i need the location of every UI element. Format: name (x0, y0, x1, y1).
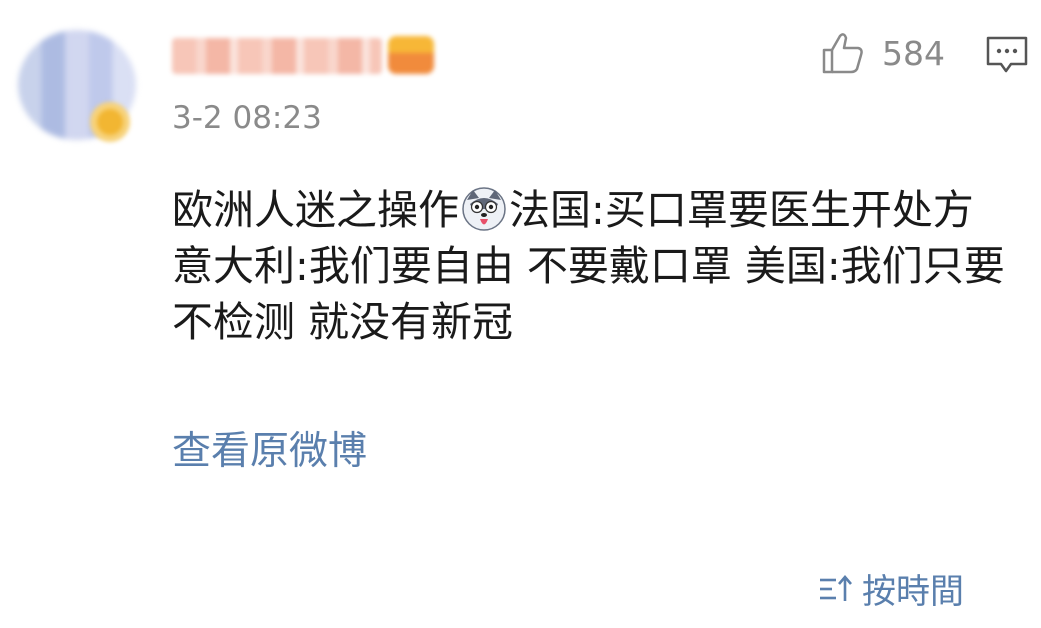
sort-label: 按時間 (862, 572, 964, 612)
comment-icon (986, 36, 1028, 73)
view-original-weibo-link[interactable]: 查看原微博 (172, 420, 367, 476)
comment-timestamp: 3-2 08:23 (172, 100, 322, 136)
username-blurred[interactable] (172, 38, 382, 74)
like-count: 584 (882, 33, 945, 73)
sort-icon (820, 574, 852, 601)
vip-badge-icon (388, 36, 434, 74)
verified-badge-icon (90, 102, 130, 142)
like-button[interactable]: 584 (820, 30, 945, 76)
comment-text: 欧洲人迷之操作 法国:买口罩要医生开处方 意大利:我们要自由 不要戴口罩 美国:… (172, 182, 1012, 350)
thumbs-up-icon (822, 33, 863, 74)
sort-by-time-button[interactable]: 按時間 (818, 564, 964, 613)
husky-emoji-icon (462, 187, 506, 231)
comment-text-part-1: 欧洲人迷之操作 (172, 186, 459, 234)
reply-button[interactable] (985, 35, 1029, 79)
